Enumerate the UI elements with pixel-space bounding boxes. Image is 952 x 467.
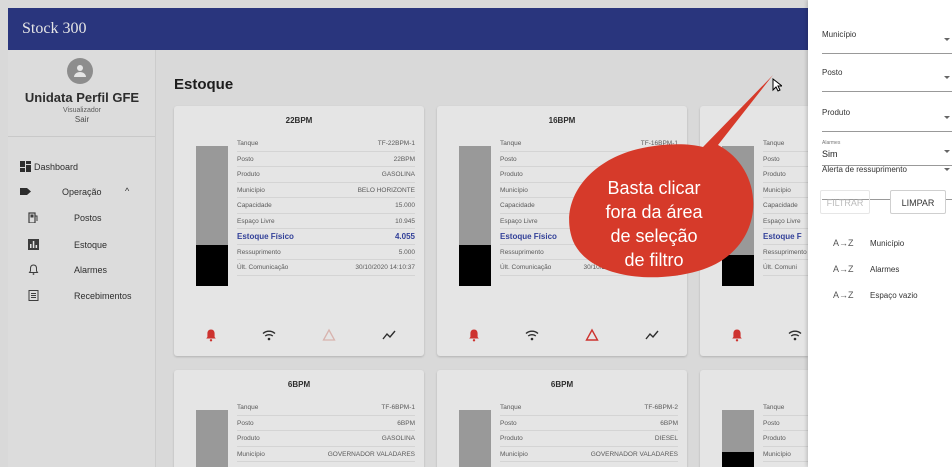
field-label: Município: [822, 30, 857, 39]
caret-down-icon: [944, 76, 950, 79]
sort-label: Alarmes: [870, 265, 900, 274]
sort-az-icon: A→Z: [833, 264, 854, 274]
caret-down-icon: [944, 168, 950, 171]
callout-line: fora da área: [605, 202, 703, 222]
municipio-select[interactable]: Município: [822, 30, 952, 54]
sort-az-icon: A→Z: [833, 238, 854, 248]
mouse-cursor-icon: [772, 78, 782, 92]
sort-item-espaco-vazio[interactable]: A→Z Espaço vazio: [833, 290, 952, 304]
callout-text: Basta clicar fora da área de seleção de …: [584, 176, 724, 272]
sort-item-municipio[interactable]: A→Z Município: [833, 238, 952, 252]
produto-select[interactable]: Produto: [822, 108, 952, 132]
posto-select[interactable]: Posto: [822, 68, 952, 92]
field-label: Alarmes: [822, 140, 841, 146]
sort-az-icon: A→Z: [833, 290, 854, 300]
sort-label: Município: [870, 239, 905, 248]
caret-down-icon: [944, 116, 950, 119]
field-label: Produto: [822, 108, 851, 117]
filter-panel: Município Posto Produto Alarmes Sim Aler…: [808, 0, 952, 467]
field-value: Sim: [822, 149, 838, 159]
sort-label: Espaço vazio: [870, 291, 918, 300]
sort-item-alarmes[interactable]: A→Z Alarmes: [833, 264, 952, 278]
callout-line: Basta clicar: [607, 178, 701, 198]
field-label: Posto: [822, 68, 843, 77]
field-label: Alerta de ressuprimento: [822, 165, 907, 174]
filter-button[interactable]: FILTRAR: [820, 190, 870, 214]
caret-down-icon: [944, 150, 950, 153]
callout-line: de filtro: [624, 250, 684, 270]
alarmes-select[interactable]: Alarmes Sim: [822, 140, 952, 166]
clear-button[interactable]: LIMPAR: [890, 190, 946, 214]
callout-line: de seleção: [610, 226, 698, 246]
caret-down-icon: [944, 38, 950, 41]
